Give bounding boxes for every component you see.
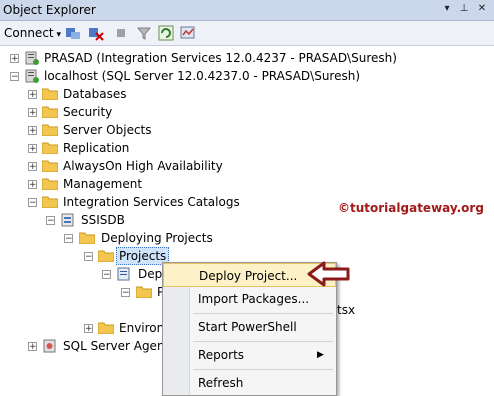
folder-icon xyxy=(42,142,58,154)
tree-label: AlwaysOn High Availability xyxy=(63,159,223,173)
collapse-icon[interactable]: − xyxy=(28,198,37,208)
folder-icon xyxy=(42,160,58,172)
chevron-down-icon: ▾ xyxy=(53,30,62,40)
connect-object-icon[interactable] xyxy=(65,25,81,41)
tree-label: PRASAD (Integration Services 12.0.4237 -… xyxy=(44,51,397,65)
watermark: ©tutorialgateway.org xyxy=(338,201,484,215)
tree-label: Deploying Projects xyxy=(101,231,213,245)
menu-separator xyxy=(193,341,333,342)
submenu-arrow-icon: ▶ xyxy=(317,350,324,360)
expand-icon[interactable]: + xyxy=(28,90,37,100)
expand-icon[interactable]: + xyxy=(28,180,37,190)
sql-agent-icon xyxy=(43,339,56,353)
folder-icon xyxy=(98,322,114,334)
menu-separator xyxy=(193,313,333,314)
expand-icon[interactable]: + xyxy=(28,342,37,352)
menu-item-label: Deploy Project... xyxy=(199,269,298,283)
tree-label: Management xyxy=(63,177,143,191)
menu-item-reports[interactable]: Reports ▶ xyxy=(163,343,336,367)
menu-separator xyxy=(193,369,333,370)
project-icon xyxy=(117,267,130,281)
tree-label: SSISDB xyxy=(81,213,125,227)
collapse-icon[interactable]: − xyxy=(10,72,19,82)
folder-icon xyxy=(42,178,58,190)
tree-label: Security xyxy=(63,105,113,119)
folder-icon xyxy=(42,196,58,208)
folder-icon xyxy=(79,232,95,244)
collapse-icon[interactable]: − xyxy=(46,216,55,226)
folder-icon xyxy=(42,88,58,100)
folder-icon xyxy=(98,250,114,262)
folder-icon xyxy=(42,106,58,118)
integration-services-server-icon xyxy=(25,51,39,65)
pin-icon[interactable]: ⊥ xyxy=(457,2,471,16)
window-title: Object Explorer xyxy=(3,3,96,17)
menu-item-label: Import Packages... xyxy=(198,292,310,306)
expand-icon[interactable]: + xyxy=(84,324,93,334)
toolbar: Connect ▾ xyxy=(0,21,494,46)
tree-label: Integration Services Catalogs xyxy=(63,195,240,209)
menu-item-label: Reports xyxy=(198,348,245,362)
expand-icon[interactable]: + xyxy=(28,126,37,136)
collapse-icon[interactable]: − xyxy=(102,270,111,280)
menu-item-refresh[interactable]: Refresh xyxy=(163,371,336,395)
collapse-icon[interactable]: − xyxy=(84,252,93,262)
dropdown-icon[interactable]: ▾ xyxy=(440,2,454,16)
refresh-icon[interactable] xyxy=(158,25,174,41)
tree-label: Replication xyxy=(63,141,130,155)
annotation-arrow-icon xyxy=(307,261,350,287)
connect-button[interactable]: Connect ▾ xyxy=(4,25,61,41)
title-bar: Object Explorer ▾ ⊥ ✕ xyxy=(0,0,494,21)
expand-icon[interactable]: + xyxy=(28,162,37,172)
menu-item-start-powershell[interactable]: Start PowerShell xyxy=(163,315,336,339)
tree-label: Databases xyxy=(63,87,127,101)
close-icon[interactable]: ✕ xyxy=(475,2,489,16)
activity-monitor-icon[interactable] xyxy=(180,25,196,41)
expand-icon[interactable]: + xyxy=(28,108,37,118)
tree-label: localhost (SQL Server 12.0.4237.0 - PRAS… xyxy=(44,69,361,83)
tree-label: SQL Server Agent xyxy=(63,339,170,353)
expand-icon[interactable]: + xyxy=(28,144,37,154)
catalog-database-icon xyxy=(61,213,74,227)
menu-item-import-packages[interactable]: Import Packages... xyxy=(163,287,336,311)
collapse-icon[interactable]: − xyxy=(64,234,73,244)
folder-icon xyxy=(136,286,152,298)
tree-label: Environ xyxy=(119,321,165,335)
tree-label: tsx xyxy=(337,303,356,317)
tree-label: Server Objects xyxy=(63,123,152,137)
collapse-icon[interactable]: − xyxy=(121,288,130,298)
stop-icon[interactable] xyxy=(113,25,129,41)
expand-icon[interactable]: + xyxy=(10,54,19,64)
connect-label: Connect xyxy=(4,26,54,40)
sql-server-icon xyxy=(25,69,39,83)
disconnect-icon[interactable] xyxy=(88,25,104,41)
menu-item-label: Refresh xyxy=(198,376,244,390)
menu-item-label: Start PowerShell xyxy=(198,320,297,334)
filter-icon[interactable] xyxy=(136,25,152,41)
folder-icon xyxy=(42,124,58,136)
